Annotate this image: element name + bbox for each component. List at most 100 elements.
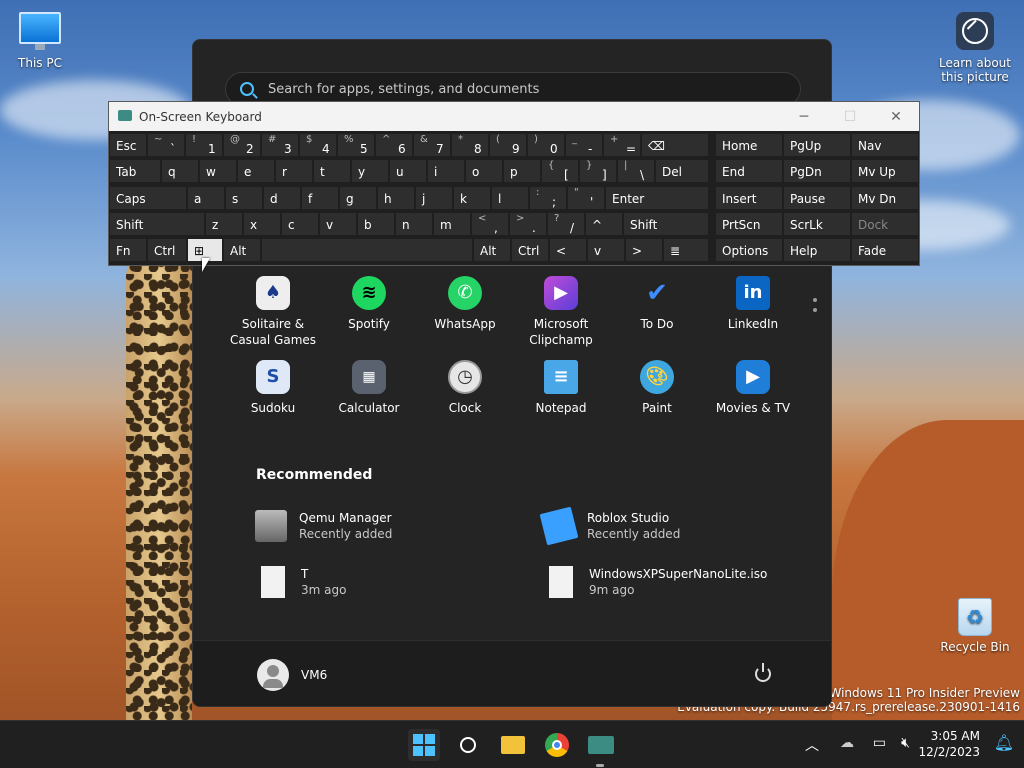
key-w[interactable]: w [199, 159, 237, 183]
pinned-app-to-do[interactable]: ✔ To Do [609, 276, 705, 332]
key-options[interactable]: Options [715, 238, 783, 262]
key-pgdn[interactable]: PgDn [783, 159, 851, 183]
osk-title-bar[interactable]: On-Screen Keyboard ─ ☐ ✕ [109, 102, 919, 131]
key-3[interactable]: #3 [261, 133, 299, 157]
key-end[interactable]: End [715, 159, 783, 183]
notification-bell-icon[interactable]: 🔔︎ [994, 733, 1014, 752]
key-nav[interactable]: Nav [851, 133, 919, 157]
start-button[interactable] [408, 729, 440, 761]
key-fade[interactable]: Fade [851, 238, 919, 262]
desktop-icon-this-pc[interactable]: This PC [0, 12, 80, 70]
key-.[interactable]: >. [509, 212, 547, 236]
key-insert[interactable]: Insert [715, 186, 783, 210]
key-`[interactable]: ~ ` [147, 133, 185, 157]
key-arrow-left[interactable]: < [549, 238, 587, 262]
key-h[interactable]: h [377, 186, 415, 210]
desktop-icon-recycle-bin[interactable]: ♻ Recycle Bin [935, 598, 1015, 654]
key-Alt[interactable]: Alt [473, 238, 511, 262]
recommended-item-roblox-studio[interactable]: Roblox Studio Recently added [539, 506, 680, 546]
key-space[interactable] [261, 238, 473, 262]
pinned-app-linkedin[interactable]: in LinkedIn [705, 276, 801, 332]
key-2[interactable]: @2 [223, 133, 261, 157]
key-,[interactable]: <, [471, 212, 509, 236]
maximize-button[interactable]: ☐ [827, 106, 873, 128]
key-Caps[interactable]: Caps [109, 186, 187, 210]
key-5[interactable]: % 5 [337, 133, 375, 157]
recommended-item-qemu-manager[interactable]: Qemu Manager Recently added [255, 510, 392, 542]
key-backspace[interactable]: ⌫ [641, 133, 709, 157]
key-c[interactable]: c [281, 212, 319, 236]
key-i[interactable]: i [427, 159, 465, 183]
key-a[interactable]: a [187, 186, 225, 210]
key-r[interactable]: r [275, 159, 313, 183]
key-9[interactable]: (9 [489, 133, 527, 157]
key-n[interactable]: n [395, 212, 433, 236]
desktop-icon-learn-about-picture[interactable]: Learn about this picture [935, 12, 1015, 84]
key-t[interactable]: t [313, 159, 351, 183]
key-s[interactable]: s [225, 186, 263, 210]
key-home[interactable]: Home [715, 133, 783, 157]
key-;[interactable]: :; [529, 186, 567, 210]
key-pause[interactable]: Pause [783, 186, 851, 210]
key-Fn[interactable]: Fn [109, 238, 147, 262]
onedrive-icon[interactable]: ☁ [840, 735, 854, 751]
key-q[interactable]: q [161, 159, 199, 183]
key-pgup[interactable]: PgUp [783, 133, 851, 157]
key-Alt[interactable]: Alt [223, 238, 261, 262]
key-Shift[interactable]: Shift [623, 212, 709, 236]
key-g[interactable]: g [339, 186, 377, 210]
key-j[interactable]: j [415, 186, 453, 210]
pinned-app-paint[interactable]: 🎨︎ Paint [609, 360, 705, 416]
key-prtscn[interactable]: PrtScn [715, 212, 783, 236]
key-mv-dn[interactable]: Mv Dn [851, 186, 919, 210]
key-m[interactable]: m [433, 212, 471, 236]
user-name[interactable]: VM6 [301, 668, 327, 682]
search-button[interactable] [452, 729, 484, 761]
user-avatar-icon[interactable] [257, 659, 289, 691]
key-u[interactable]: u [389, 159, 427, 183]
recommended-item-iso[interactable]: WindowsXPSuperNanoLite.iso 9m ago [545, 566, 767, 598]
key-'[interactable]: " ' [567, 186, 605, 210]
pinned-app-solitaire[interactable]: ♠ Solitaire & Casual Games [225, 276, 321, 348]
key-v[interactable]: v [319, 212, 357, 236]
key-8[interactable]: * 8 [451, 133, 489, 157]
key-6[interactable]: ^ 6 [375, 133, 413, 157]
on-screen-keyboard-taskbar-button[interactable] [585, 729, 617, 761]
key-0[interactable]: ) 0 [527, 133, 565, 157]
key-=[interactable]: + = [603, 133, 641, 157]
key-dock[interactable]: Dock [851, 212, 919, 236]
pinned-app-clock[interactable]: ◷ Clock [417, 360, 513, 416]
file-explorer-button[interactable] [497, 729, 529, 761]
key-Esc[interactable]: Esc [109, 133, 147, 157]
close-button[interactable]: ✕ [873, 106, 919, 128]
key-4[interactable]: $4 [299, 133, 337, 157]
pinned-app-notepad[interactable]: ≡ Notepad [513, 360, 609, 416]
network-icon[interactable]: ▭ [873, 735, 886, 751]
key-7[interactable]: & 7 [413, 133, 451, 157]
key-Shift[interactable]: Shift [109, 212, 205, 236]
key-arrow-down[interactable]: v [587, 238, 625, 262]
key-f[interactable]: f [301, 186, 339, 210]
key-menu[interactable]: ≣ [663, 238, 709, 262]
pinned-app-calculator[interactable]: ▦ Calculator [321, 360, 417, 416]
key-1[interactable]: ! 1 [185, 133, 223, 157]
key--[interactable]: _ - [565, 133, 603, 157]
key-][interactable]: }] [579, 159, 617, 183]
key-p[interactable]: p [503, 159, 541, 183]
key-^[interactable]: ^ [585, 212, 623, 236]
key-Ctrl[interactable]: Ctrl [147, 238, 187, 262]
power-icon[interactable] [755, 663, 771, 682]
key-d[interactable]: d [263, 186, 301, 210]
pinned-page-indicator[interactable] [813, 298, 819, 318]
key-arrow-right[interactable]: > [625, 238, 663, 262]
key-mv-up[interactable]: Mv Up [851, 159, 919, 183]
key-help[interactable]: Help [783, 238, 851, 262]
key-Del[interactable]: Del [655, 159, 709, 183]
key-Ctrl[interactable]: Ctrl [511, 238, 549, 262]
key-x[interactable]: x [243, 212, 281, 236]
key-Tab[interactable]: Tab [109, 159, 161, 183]
show-hidden-icons-chevron-icon[interactable]: ︿ [805, 735, 819, 755]
pinned-app-clipchamp[interactable]: ▶ Microsoft Clipchamp [513, 276, 609, 348]
chrome-button[interactable] [541, 729, 573, 761]
key-[[interactable]: {[ [541, 159, 579, 183]
